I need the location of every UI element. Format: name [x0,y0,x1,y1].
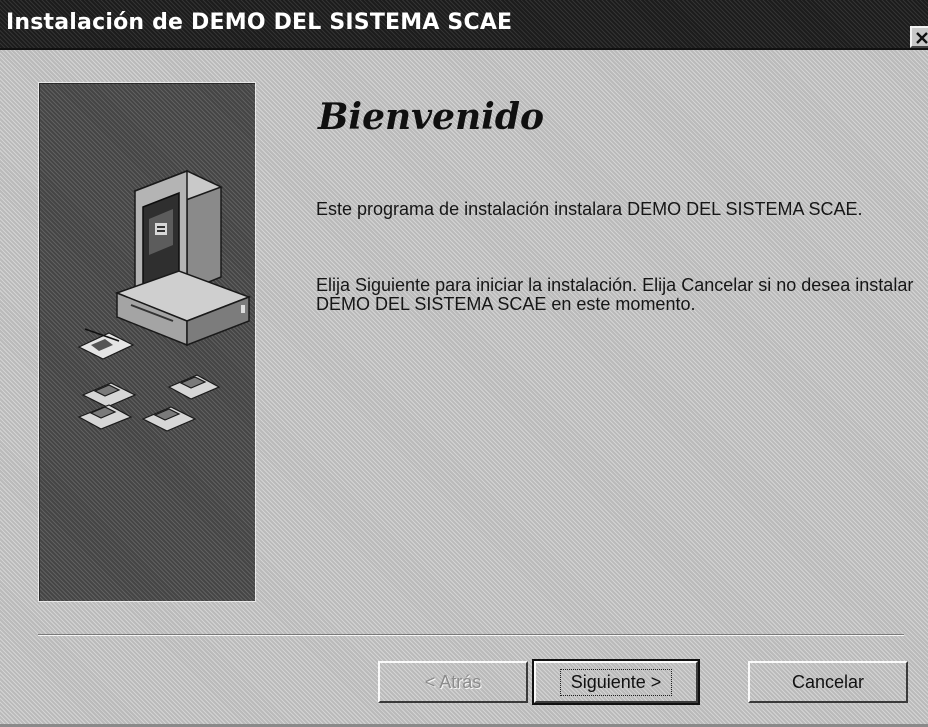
next-button[interactable]: Siguiente > [532,659,700,705]
close-icon [916,32,928,44]
cancel-button[interactable]: Cancelar [748,661,908,703]
window-title: Instalación de DEMO DEL SISTEMA SCAE [6,10,513,35]
instructions-text: Elija Siguiente para iniciar la instalac… [316,275,914,314]
intro-text: Este programa de instalación instalara D… [316,199,863,219]
setup-dialog: Instalación de DEMO DEL SISTEMA SCAE Bie… [0,0,928,727]
welcome-heading: Bienvenido [318,96,545,138]
side-illustration-panel [38,82,256,602]
title-bar[interactable]: Instalación de DEMO DEL SISTEMA SCAE [0,0,928,50]
button-separator [38,634,904,636]
next-button-label: Siguiente > [559,668,673,696]
close-button[interactable] [910,26,928,48]
back-button[interactable]: < Atrás [378,661,528,703]
computer-with-floppy-disks-icon [77,169,252,432]
